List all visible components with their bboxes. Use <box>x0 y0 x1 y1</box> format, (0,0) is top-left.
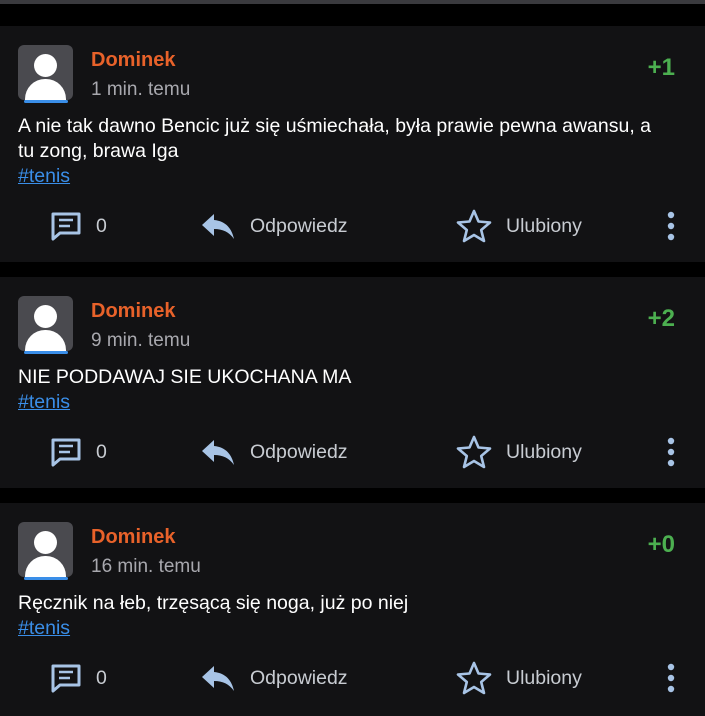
avatar-underline <box>24 351 68 354</box>
vote-score[interactable]: +0 <box>648 531 675 559</box>
reply-button[interactable]: Odpowiedz <box>200 206 348 246</box>
top-bar <box>0 0 705 4</box>
favorite-button[interactable]: Ulubiony <box>456 206 582 246</box>
post-time: 9 min. temu <box>91 330 191 351</box>
avatar[interactable] <box>18 522 73 577</box>
comments-button[interactable]: 0 <box>50 658 107 698</box>
post-text: NIE PODDAWAJ SIE UKOCHANA MA <box>18 366 352 388</box>
reply-button[interactable]: Odpowiedz <box>200 658 348 698</box>
comments-button[interactable]: 0 <box>50 206 107 246</box>
more-vertical-icon <box>667 211 675 241</box>
more-options-button[interactable] <box>664 432 678 472</box>
post-time: 1 min. temu <box>91 79 191 100</box>
comment-count: 0 <box>96 214 107 237</box>
favorite-button[interactable]: Ulubiony <box>456 432 582 472</box>
reply-icon <box>202 214 234 239</box>
star-icon <box>456 209 492 243</box>
reply-label: Odpowiedz <box>250 440 348 463</box>
comment-icon <box>51 212 81 241</box>
favorite-button[interactable]: Ulubiony <box>456 658 582 698</box>
post-actions: 0 Odpowiedz Ulubiony <box>0 658 705 698</box>
vote-score[interactable]: +1 <box>648 54 675 82</box>
hashtag-link[interactable]: #tenis <box>18 165 70 188</box>
more-vertical-icon <box>667 663 675 693</box>
reply-button[interactable]: Odpowiedz <box>200 432 348 472</box>
post-actions: 0 Odpowiedz Ulubiony <box>0 432 705 472</box>
reply-icon <box>202 440 234 465</box>
post-text: A nie tak dawno Bencic już się uśmiechał… <box>18 115 652 162</box>
reply-label: Odpowiedz <box>250 214 348 237</box>
avatar[interactable] <box>18 45 73 100</box>
post-card[interactable]: Dominek 1 min. temu +1 A nie tak dawno B… <box>0 26 705 262</box>
post-card[interactable]: Dominek 9 min. temu +2 NIE PODDAWAJ SIE … <box>0 277 705 488</box>
reply-icon <box>202 666 234 691</box>
avatar-underline <box>24 100 68 103</box>
post-time: 16 min. temu <box>91 556 201 577</box>
star-icon <box>456 661 492 695</box>
author-name[interactable]: Dominek <box>91 526 175 549</box>
comments-button[interactable]: 0 <box>50 432 107 472</box>
more-vertical-icon <box>667 437 675 467</box>
favorite-label: Ulubiony <box>506 214 582 237</box>
comment-count: 0 <box>96 440 107 463</box>
favorite-label: Ulubiony <box>506 440 582 463</box>
hashtag-link[interactable]: #tenis <box>18 617 70 640</box>
author-name[interactable]: Dominek <box>91 300 175 323</box>
reply-label: Odpowiedz <box>250 666 348 689</box>
star-icon <box>456 435 492 469</box>
comment-icon <box>51 664 81 693</box>
more-options-button[interactable] <box>664 658 678 698</box>
more-options-button[interactable] <box>664 206 678 246</box>
hashtag-link[interactable]: #tenis <box>18 391 70 414</box>
comment-count: 0 <box>96 666 107 689</box>
post-actions: 0 Odpowiedz Ulubiony <box>0 206 705 246</box>
avatar[interactable] <box>18 296 73 351</box>
author-name[interactable]: Dominek <box>91 49 175 72</box>
post-card[interactable]: Dominek 16 min. temu +0 Ręcznik na łeb, … <box>0 503 705 716</box>
post-text: Ręcznik na łeb, trzęsącą się noga, już p… <box>18 592 409 614</box>
avatar-underline <box>24 577 68 580</box>
comment-icon <box>51 438 81 467</box>
vote-score[interactable]: +2 <box>648 305 675 333</box>
favorite-label: Ulubiony <box>506 666 582 689</box>
